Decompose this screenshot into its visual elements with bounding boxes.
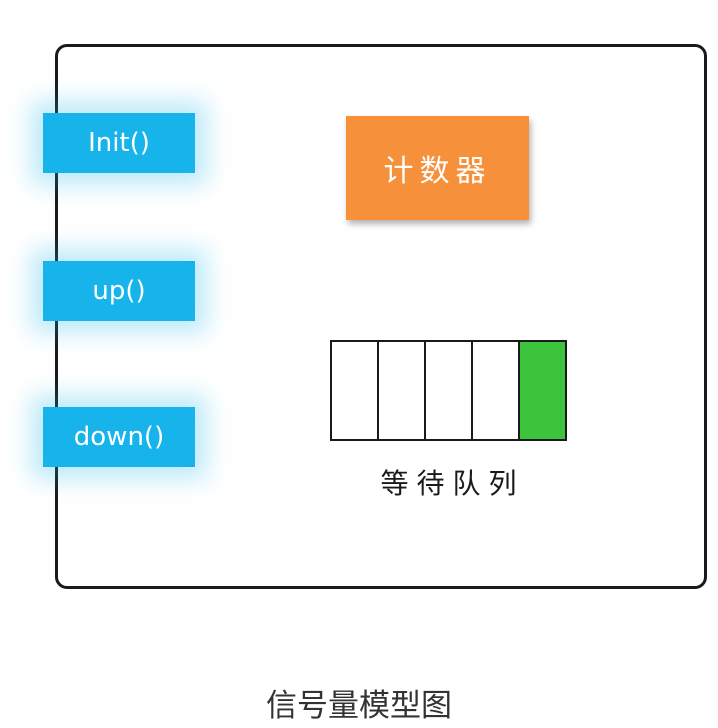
up-operation: up(): [43, 261, 195, 321]
queue-slot-filled: [518, 340, 567, 441]
init-operation: Init(): [43, 113, 195, 173]
counter-box: 计数器: [346, 116, 529, 220]
queue-slot: [424, 340, 473, 441]
counter-label: 计数器: [383, 154, 492, 189]
queue-slot: [471, 340, 520, 441]
queue-label: 等待队列: [380, 467, 525, 500]
queue-slot: [330, 340, 379, 441]
queue-slot: [377, 340, 426, 441]
down-operation: down(): [43, 407, 195, 467]
wait-queue: [330, 340, 567, 441]
figure-caption: 信号量模型图: [266, 688, 452, 724]
